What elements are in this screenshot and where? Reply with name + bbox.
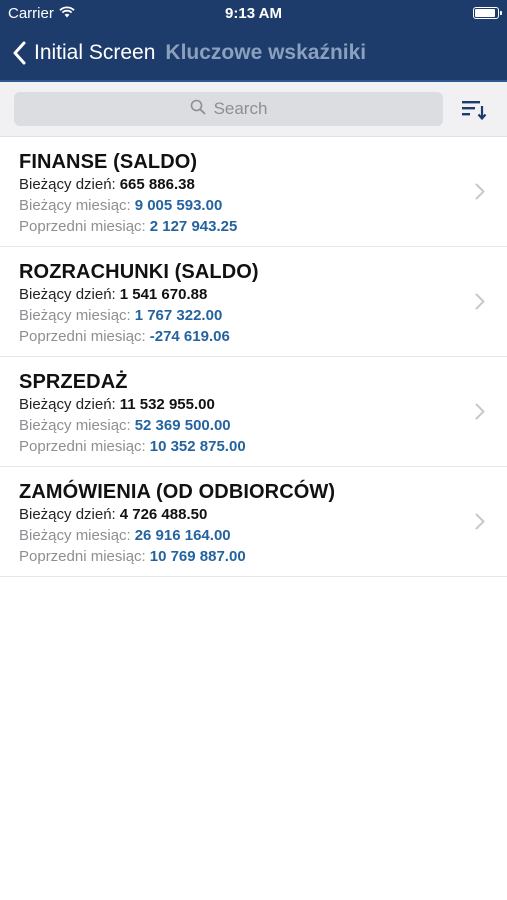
current-day-label: Bieżący dzień: [19,176,116,193]
list-item[interactable]: SPRZEDAŻ Bieżący dzień: 11 532 955.00 Bie… [0,357,507,467]
current-month-value: 9 005 593.00 [134,197,223,214]
search-icon [190,99,206,120]
search-bar-area: Search [0,82,507,137]
navigation-bar: Initial Screen Kluczowe wskaźniki [0,28,507,78]
previous-month-value: 2 127 943.25 [149,218,238,235]
previous-month-value: 10 352 875.00 [149,438,246,455]
previous-month-label: Poprzedni miesiąc: [19,438,146,455]
chevron-right-icon [475,403,485,425]
current-month-value: 1 767 322.00 [134,307,223,324]
search-input[interactable]: Search [14,92,443,126]
current-month-line: Bieżący miesiąc: 26 916 164.00 [19,525,507,546]
previous-month-label: Poprzedni miesiąc: [19,328,146,345]
status-time: 9:13 AM [225,5,282,22]
page-title: Kluczowe wskaźniki [165,41,367,64]
current-month-line: Bieżący miesiąc: 9 005 593.00 [19,195,507,216]
battery-icon [473,7,502,19]
status-bar: Carrier 9:13 AM [0,0,507,28]
current-day-value: 4 726 488.50 [119,506,208,523]
list-item[interactable]: ROZRACHUNKI (SALDO) Bieżący dzień: 1 541 … [0,247,507,357]
chevron-right-icon [475,513,485,535]
current-day-line: Bieżący dzień: 11 532 955.00 [19,394,507,415]
previous-month-line: Poprzedni miesiąc: 10 769 887.00 [19,546,507,567]
current-day-value: 665 886.38 [119,176,195,193]
search-placeholder: Search [213,99,268,118]
item-title: SPRZEDAŻ [19,371,128,393]
current-month-label: Bieżący miesiąc: [19,197,131,214]
indicator-list: FINANSE (SALDO) Bieżący dzień: 665 886.38… [0,137,507,577]
sort-icon [461,101,487,125]
item-title: FINANSE (SALDO) [19,151,198,173]
current-month-value: 26 916 164.00 [134,527,231,544]
item-title: ZAMÓWIENIA (OD ODBIORCÓW) [19,481,336,503]
list-item[interactable]: ZAMÓWIENIA (OD ODBIORCÓW) Bieżący dzień:… [0,467,507,577]
current-day-label: Bieżący dzień: [19,506,116,523]
chevron-right-icon [475,183,485,205]
header: Carrier 9:13 AM Initial Screen Kluczowe … [0,0,507,82]
current-day-value: 1 541 670.88 [119,286,208,303]
sort-button[interactable] [461,97,487,121]
current-day-label: Bieżący dzień: [19,286,116,303]
current-month-line: Bieżący miesiąc: 1 767 322.00 [19,305,507,326]
current-day-line: Bieżący dzień: 4 726 488.50 [19,504,507,525]
previous-month-label: Poprzedni miesiąc: [19,548,146,565]
previous-month-line: Poprzedni miesiąc: 10 352 875.00 [19,436,507,457]
previous-month-value: 10 769 887.00 [149,548,246,565]
current-day-value: 11 532 955.00 [119,396,215,413]
current-day-line: Bieżący dzień: 1 541 670.88 [19,284,507,305]
current-month-label: Bieżący miesiąc: [19,527,131,544]
current-month-line: Bieżący miesiąc: 52 369 500.00 [19,415,507,436]
current-day-line: Bieżący dzień: 665 886.38 [19,174,507,195]
current-month-value: 52 369 500.00 [134,417,231,434]
current-day-label: Bieżący dzień: [19,396,116,413]
back-button-label: Initial Screen [34,41,156,64]
previous-month-line: Poprzedni miesiąc: -274 619.06 [19,326,507,347]
back-button[interactable]: Initial Screen [0,41,155,65]
current-month-label: Bieżący miesiąc: [19,307,131,324]
previous-month-value: -274 619.06 [149,328,230,345]
item-title: ROZRACHUNKI (SALDO) [19,261,259,283]
previous-month-line: Poprzedni miesiąc: 2 127 943.25 [19,216,507,237]
current-month-label: Bieżący miesiąc: [19,417,131,434]
chevron-right-icon [475,293,485,315]
previous-month-label: Poprzedni miesiąc: [19,218,146,235]
chevron-left-icon [12,41,26,65]
list-item[interactable]: FINANSE (SALDO) Bieżący dzień: 665 886.38… [0,137,507,247]
